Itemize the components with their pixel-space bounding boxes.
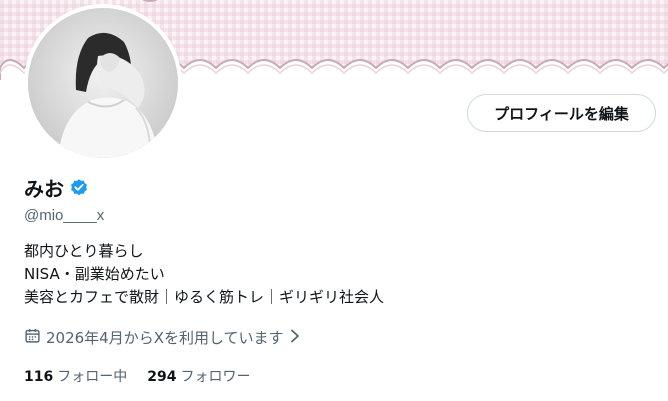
calendar-icon: [24, 327, 41, 348]
display-name: みお: [24, 177, 64, 201]
followers-count: 294: [147, 369, 177, 385]
following-count: 116: [24, 369, 54, 385]
bio-line: 都内ひとり暮らし: [24, 242, 144, 260]
follow-stats: 116 フォロー中 294 フォロワー: [24, 366, 250, 386]
bio-line: 美容とカフェで散財｜ゆるく筋トレ｜ギリギリ社会人: [24, 288, 385, 306]
avatar-photo: [28, 8, 178, 158]
followers-label: フォロワー: [180, 369, 251, 385]
joined-text: 2026年4月からXを利用しています: [46, 329, 284, 347]
verified-badge-icon[interactable]: [69, 178, 89, 198]
avatar[interactable]: [24, 4, 182, 162]
bio: 都内ひとり暮らし NISA・副業始めたい 美容とカフェで散財｜ゆるく筋トレ｜ギリ…: [24, 240, 384, 309]
name-row: みお: [24, 173, 89, 202]
user-handle: @mio____x: [24, 207, 105, 224]
bio-line: NISA・副業始めたい: [24, 265, 165, 283]
joined-date[interactable]: 2026年4月からXを利用しています: [24, 327, 301, 348]
chevron-right-icon: [289, 329, 301, 347]
followers-link[interactable]: 294 フォロワー: [147, 366, 250, 386]
edit-profile-button[interactable]: プロフィールを編集: [467, 94, 656, 132]
following-label: フォロー中: [57, 369, 128, 385]
following-link[interactable]: 116 フォロー中: [24, 366, 127, 386]
